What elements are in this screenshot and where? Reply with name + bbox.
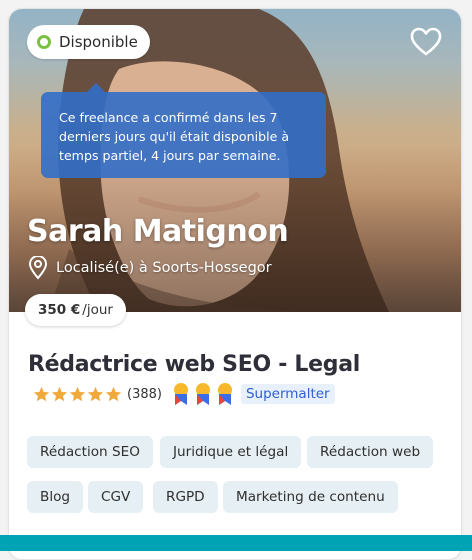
profile-photo: Disponible Ce freelance a confirmé dans … (9, 9, 461, 312)
status-ring-icon (37, 35, 51, 49)
freelancer-card[interactable]: Disponible Ce freelance a confirmé dans … (8, 8, 462, 560)
skill-tag[interactable]: Rédaction web (307, 436, 434, 468)
heart-outline-icon[interactable] (410, 27, 442, 57)
medal-icon (217, 383, 232, 405)
star-icon (51, 386, 68, 401)
skill-tag[interactable]: CGV (88, 481, 144, 513)
star-icon (69, 386, 86, 401)
job-title[interactable]: Rédactrice web SEO - Legal (28, 352, 360, 377)
star-icon (33, 386, 50, 401)
location-label: Localisé(e) à Soorts-Hossegor (56, 260, 272, 276)
rating-count: (388) (127, 386, 162, 402)
medal-icon (173, 383, 188, 405)
star-icon (105, 386, 122, 401)
price-amount: 350 € (38, 302, 81, 318)
rating-row: (388) Supermalter (33, 382, 335, 406)
skill-tag[interactable]: Blog (27, 481, 84, 513)
map-pin-icon (28, 256, 48, 280)
availability-label: Disponible (59, 33, 138, 51)
availability-chip[interactable]: Disponible (27, 25, 150, 59)
skill-tag[interactable]: Rédaction SEO (27, 436, 153, 468)
daily-rate-badge: 350 € /jour (25, 294, 126, 326)
price-unit: /jour (82, 302, 113, 318)
skill-tag[interactable]: Juridique et légal (160, 436, 302, 468)
availability-tooltip: Ce freelance a confirmé dans les 7 derni… (41, 83, 326, 178)
medal-badges (171, 382, 235, 406)
location: Localisé(e) à Soorts-Hossegor (28, 256, 272, 280)
freelancer-name[interactable]: Sarah Matignon (27, 214, 289, 249)
skill-tag[interactable]: RGPD (153, 481, 218, 513)
skill-tag[interactable]: Marketing de contenu (223, 481, 398, 513)
accent-bar (0, 535, 472, 551)
medal-icon (195, 383, 210, 405)
rating-stars (33, 386, 122, 403)
star-icon (87, 386, 104, 401)
supermalter-badge[interactable]: Supermalter (240, 384, 335, 404)
